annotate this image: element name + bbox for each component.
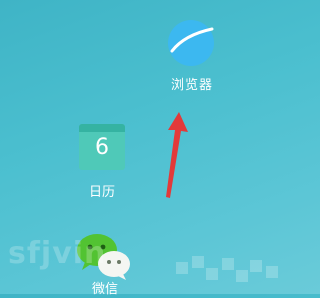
app-browser[interactable]: 浏览器 (164, 18, 220, 94)
calendar-label: 日历 (88, 185, 115, 200)
app-calendar[interactable]: 6 日历 (76, 124, 128, 200)
calendar-day-number: 6 (95, 135, 109, 160)
calendar-icon: 6 (79, 124, 125, 170)
watermark-mosaic (176, 252, 288, 286)
planet-icon (168, 20, 214, 66)
browser-label: 浏览器 (170, 78, 213, 93)
red-arrow-annotation (166, 112, 188, 198)
calendar-header-strip (79, 124, 125, 132)
wechat-label: 微信 (91, 282, 118, 297)
watermark: sfjvin (8, 236, 107, 271)
home-screen: 浏览器 6 日历 微信 sfjvin (0, 0, 295, 297)
